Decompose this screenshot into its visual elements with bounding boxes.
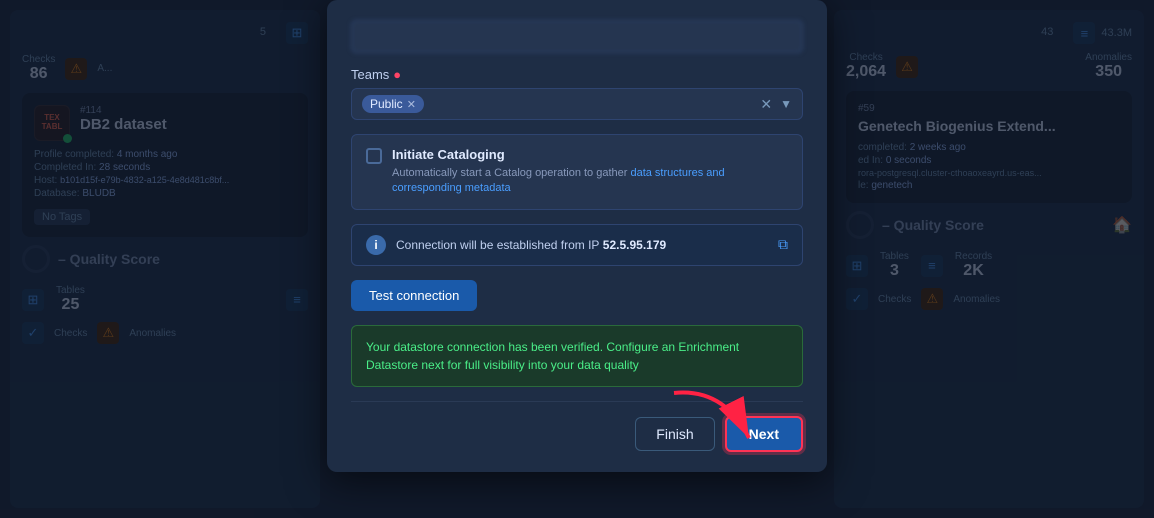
teams-dropdown-arrow[interactable]: ▼ (780, 97, 792, 111)
teams-input-wrapper[interactable]: Public ✕ ✕ ▼ (351, 88, 803, 120)
connection-name-input[interactable] (351, 20, 803, 53)
ip-value: 52.5.95.179 (603, 238, 666, 252)
success-message: Your datastore connection has been verif… (351, 325, 803, 387)
next-button[interactable]: Next (725, 416, 803, 452)
teams-clear-button[interactable]: ✕ (760, 96, 772, 113)
initiate-cataloging-row[interactable]: Initiate Cataloging Automatically start … (351, 134, 803, 210)
modal-divider (351, 401, 803, 402)
teams-label: Teams ● (351, 67, 803, 82)
initiate-cataloging-title: Initiate Cataloging (392, 147, 788, 162)
team-pill-label: Public (370, 97, 403, 111)
initiate-cataloging-checkbox[interactable] (366, 148, 382, 164)
initiate-cataloging-desc: Automatically start a Catalog operation … (392, 166, 788, 197)
modal-footer: Finish Next (351, 416, 803, 452)
copy-icon[interactable]: ⧉ (778, 236, 788, 253)
test-connection-button[interactable]: Test connection (351, 280, 477, 311)
teams-required: ● (393, 67, 401, 82)
modal-dialog: Teams ● Public ✕ ✕ ▼ Initiate Cataloging… (327, 0, 827, 472)
finish-button[interactable]: Finish (635, 417, 714, 451)
team-public-pill[interactable]: Public ✕ (362, 95, 424, 113)
team-pill-remove[interactable]: ✕ (407, 98, 416, 111)
ip-info-text: Connection will be established from IP 5… (396, 238, 666, 252)
info-icon: i (366, 235, 386, 255)
ip-info-box: i Connection will be established from IP… (351, 224, 803, 266)
